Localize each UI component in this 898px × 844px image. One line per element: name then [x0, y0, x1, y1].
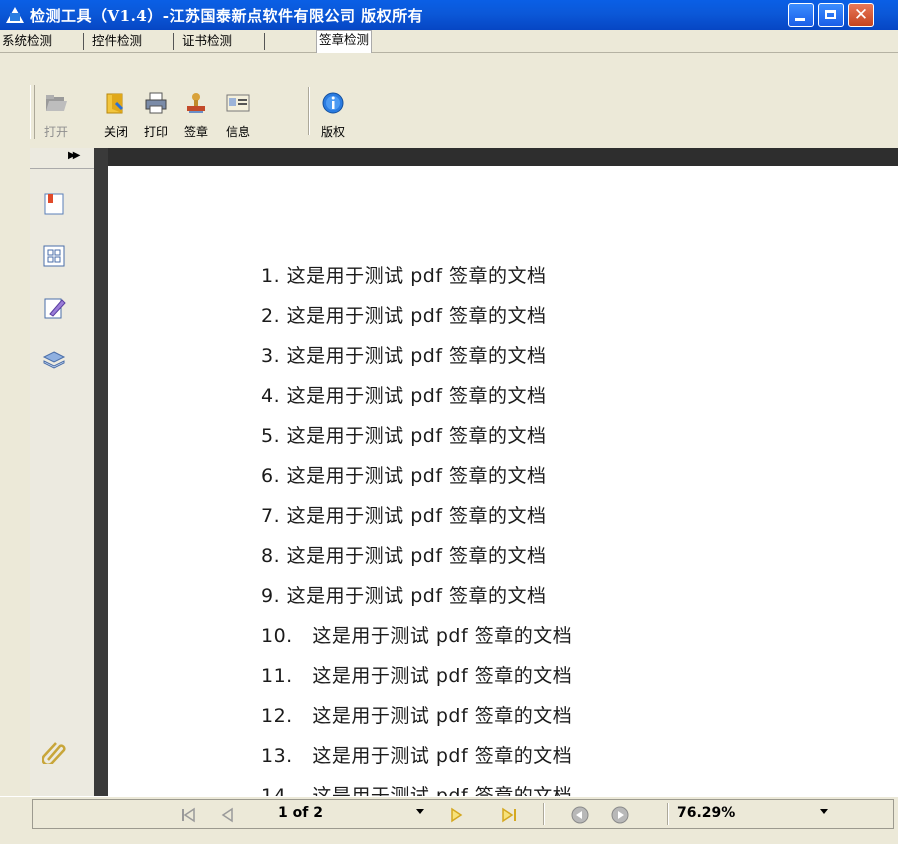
info-icon	[322, 92, 344, 114]
document-line: 9. 这是用于测试 pdf 签章的文档	[261, 585, 547, 607]
bookmark-icon[interactable]	[42, 192, 66, 216]
zoom-level[interactable]: 76.29%	[677, 805, 735, 821]
close-window-button[interactable]: ✕	[848, 3, 874, 27]
title-bar[interactable]: 检测工具（V1.4）-江苏国泰新点软件有限公司 版权所有 ✕	[0, 0, 898, 30]
stamp-icon	[187, 93, 205, 113]
document-line: 5. 这是用于测试 pdf 签章的文档	[261, 425, 547, 447]
page-indicator[interactable]: 1 of 2	[278, 805, 323, 821]
app-icon	[6, 7, 24, 23]
pdf-page: 1. 这是用于测试 pdf 签章的文档 2. 这是用于测试 pdf 签章的文档 …	[108, 166, 898, 796]
status-bar: 1 of 2 76.29%	[0, 796, 898, 844]
info-label: 信息	[225, 125, 250, 139]
copyright-label: 版权	[320, 125, 345, 139]
close-label: 关闭	[103, 125, 128, 139]
last-page-icon[interactable]	[500, 805, 520, 825]
id-card-icon	[226, 94, 250, 112]
zoom-dropdown-arrow[interactable]	[820, 809, 828, 814]
document-line: 1. 这是用于测试 pdf 签章的文档	[261, 265, 547, 287]
menu-separator	[83, 33, 84, 50]
document-line: 4. 这是用于测试 pdf 签章的文档	[261, 385, 547, 407]
thumbnails-icon[interactable]	[42, 244, 66, 268]
attachment-icon[interactable]	[42, 740, 66, 764]
toolbar-grip[interactable]	[30, 85, 35, 139]
print-label: 打印	[143, 125, 168, 139]
document-line: 12. 这是用于测试 pdf 签章的文档	[261, 705, 573, 727]
folder-open-icon	[46, 95, 67, 111]
document-line: 2. 这是用于测试 pdf 签章的文档	[261, 305, 547, 327]
layers-icon[interactable]	[42, 348, 66, 372]
folder-close-icon	[106, 93, 124, 114]
copyright-button[interactable]: 版权	[313, 81, 353, 141]
close-icon: ✕	[853, 5, 869, 25]
tab-control-check[interactable]: 控件检测	[90, 32, 144, 50]
first-page-icon[interactable]	[178, 805, 198, 825]
sidebar-splitter[interactable]	[94, 148, 108, 796]
close-doc-button[interactable]: 关闭	[96, 81, 136, 141]
tab-certificate-check[interactable]: 证书检测	[180, 32, 234, 50]
document-line: 10. 这是用于测试 pdf 签章的文档	[261, 625, 573, 647]
toolbar-separator	[308, 87, 310, 135]
status-separator	[667, 803, 669, 825]
window-title: 检测工具（V1.4）-江苏国泰新点软件有限公司 版权所有	[30, 7, 424, 25]
open-button[interactable]: 打开	[36, 81, 76, 141]
document-line: 7. 这是用于测试 pdf 签章的文档	[261, 505, 547, 527]
toolbar: 打开 关闭 打印 签章 信息 版权	[0, 53, 898, 145]
info-button[interactable]: 信息	[218, 81, 258, 141]
document-line: 6. 这是用于测试 pdf 签章的文档	[261, 465, 547, 487]
document-line: 3. 这是用于测试 pdf 签章的文档	[261, 345, 547, 367]
sign-label: 签章	[183, 125, 208, 139]
annotation-edit-icon[interactable]	[42, 296, 66, 320]
page-dropdown-arrow[interactable]	[416, 809, 424, 814]
menu-separator	[264, 33, 265, 50]
back-history-icon[interactable]	[570, 805, 590, 825]
previous-page-icon[interactable]	[218, 805, 238, 825]
status-separator	[543, 803, 545, 825]
printer-icon	[145, 92, 167, 114]
menu-bar: 系统检测 控件检测 证书检测 签章检测	[0, 30, 898, 53]
open-label: 打开	[43, 125, 68, 139]
document-line: 14. 这是用于测试 pdf 签章的文档	[261, 785, 573, 796]
tab-signature-check[interactable]: 签章检测	[316, 30, 373, 53]
sidebar-header: ▶▶	[30, 148, 94, 169]
sign-button[interactable]: 签章	[176, 81, 216, 141]
minimize-button[interactable]	[788, 3, 814, 27]
forward-history-icon[interactable]	[610, 805, 630, 825]
tab-system-check[interactable]: 系统检测	[0, 32, 54, 50]
document-line: 8. 这是用于测试 pdf 签章的文档	[261, 545, 547, 567]
menu-separator	[173, 33, 174, 50]
document-line: 13. 这是用于测试 pdf 签章的文档	[261, 745, 573, 767]
document-line: 11. 这是用于测试 pdf 签章的文档	[261, 665, 573, 687]
double-arrow-right-icon[interactable]: ▶▶	[68, 150, 81, 161]
print-button[interactable]: 打印	[136, 81, 176, 141]
next-page-icon[interactable]	[446, 805, 466, 825]
maximize-button[interactable]	[818, 3, 844, 27]
sidebar-panel: ▶▶	[30, 148, 95, 796]
